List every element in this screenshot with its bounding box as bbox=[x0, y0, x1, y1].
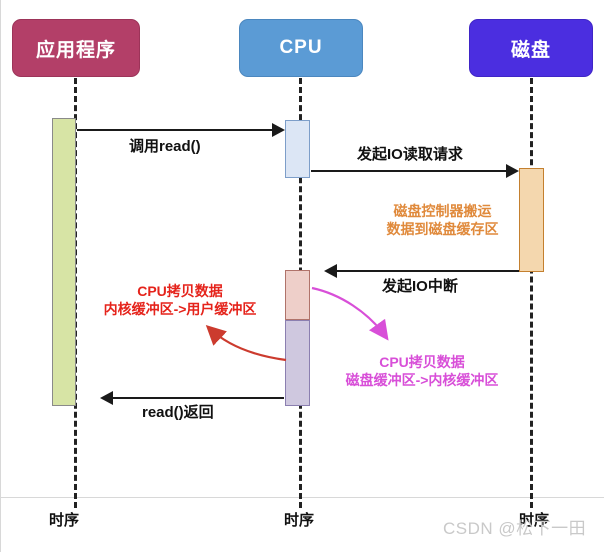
message-arrowhead-read-return bbox=[100, 391, 113, 405]
actor-box-cpu[interactable]: CPU bbox=[239, 19, 363, 77]
message-arrowhead-io-interrupt bbox=[324, 264, 337, 278]
canvas-left-border bbox=[0, 0, 1, 552]
message-line-io-read-request bbox=[311, 170, 507, 172]
message-line-read-return bbox=[113, 397, 284, 399]
canvas-bottom-border bbox=[0, 497, 604, 498]
axis-label-cpu: 时序 bbox=[284, 512, 315, 529]
note-cpu-copy-kernel-to-user-line2: 内核缓冲区->用户缓冲区 bbox=[103, 300, 257, 317]
note-cpu-copy-disk-to-kernel: CPU拷贝数据 磁盘缓冲区->内核缓冲区 bbox=[322, 354, 522, 389]
message-line-call-read bbox=[77, 129, 273, 131]
actor-box-application[interactable]: 应用程序 bbox=[12, 19, 140, 77]
actor-label-disk: 磁盘 bbox=[510, 39, 551, 61]
message-line-io-interrupt bbox=[337, 270, 519, 272]
axis-label-application: 时序 bbox=[49, 512, 80, 529]
message-arrowhead-call-read bbox=[272, 123, 285, 137]
activation-bar-cpu-interrupt bbox=[285, 270, 310, 320]
csdn-watermark: CSDN @松下一田 bbox=[443, 519, 587, 538]
curved-arrow-disk-to-kernel bbox=[311, 286, 389, 341]
note-cpu-copy-kernel-to-user-line1: CPU拷贝数据 bbox=[137, 283, 223, 299]
message-label-read-return: read()返回 bbox=[142, 404, 214, 421]
curved-arrow-kernel-to-user bbox=[205, 324, 287, 362]
message-arrowhead-io-read-request bbox=[506, 164, 519, 178]
actor-label-application: 应用程序 bbox=[35, 39, 116, 61]
sequence-diagram-canvas: 应用程序 CPU 磁盘 调用read() 发起IO读取请求 磁盘控制器搬运 数据… bbox=[0, 0, 604, 552]
note-disk-controller-transfer-line2: 数据到磁盘缓存区 bbox=[386, 220, 499, 237]
note-cpu-copy-disk-to-kernel-line2: 磁盘缓冲区->内核缓冲区 bbox=[345, 371, 499, 388]
note-cpu-copy-kernel-to-user: CPU拷贝数据 内核缓冲区->用户缓冲区 bbox=[74, 283, 286, 318]
message-label-io-read-request: 发起IO读取请求 bbox=[357, 146, 463, 163]
actor-box-disk[interactable]: 磁盘 bbox=[469, 19, 593, 77]
message-label-io-interrupt: 发起IO中断 bbox=[382, 278, 458, 295]
note-disk-controller-transfer-line1: 磁盘控制器搬运 bbox=[393, 203, 492, 219]
activation-bar-cpu-request bbox=[285, 120, 310, 178]
note-cpu-copy-disk-to-kernel-line1: CPU拷贝数据 bbox=[379, 354, 465, 370]
activation-bar-cpu-copy bbox=[285, 320, 310, 406]
lifeline-disk bbox=[530, 78, 533, 508]
actor-label-cpu: CPU bbox=[279, 37, 323, 58]
note-disk-controller-transfer: 磁盘控制器搬运 数据到磁盘缓存区 bbox=[360, 203, 525, 238]
message-label-call-read: 调用read() bbox=[129, 138, 201, 155]
activation-bar-application bbox=[52, 118, 76, 406]
